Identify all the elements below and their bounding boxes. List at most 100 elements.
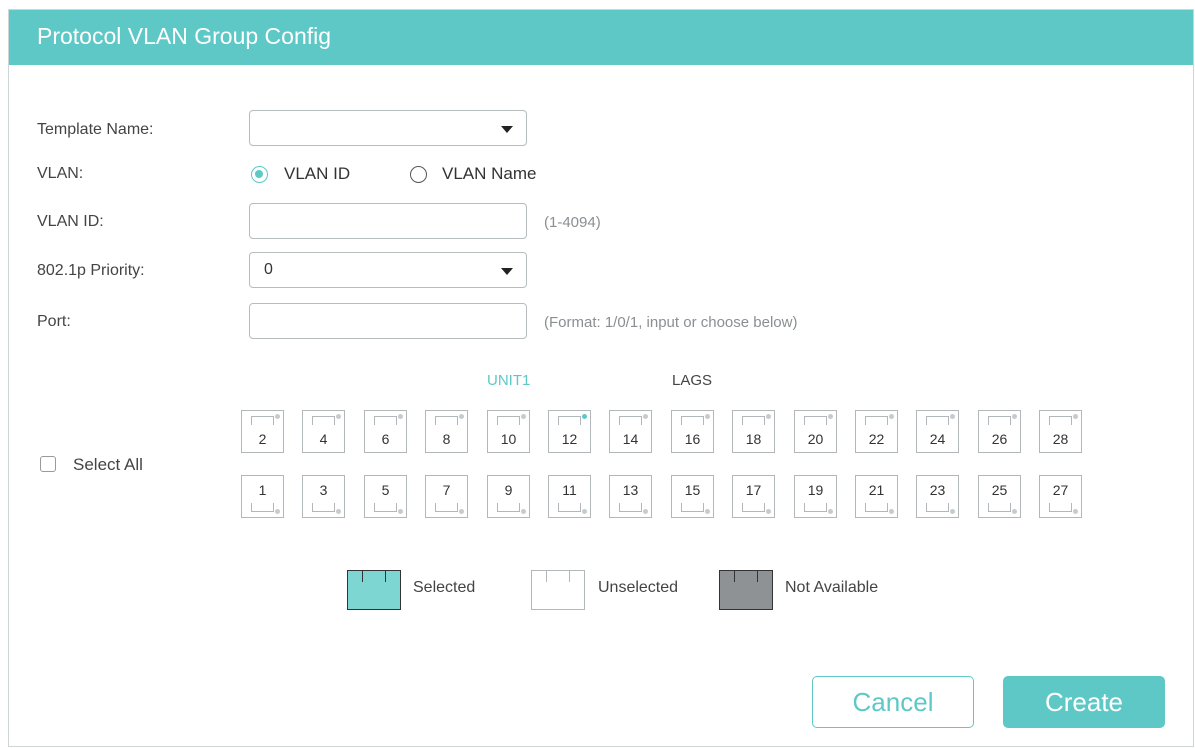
port-11[interactable]: 11: [548, 475, 591, 518]
port-number: 18: [745, 431, 762, 447]
port-8[interactable]: 8: [425, 410, 468, 453]
priority-select[interactable]: 0: [249, 252, 527, 288]
port-input[interactable]: [249, 303, 527, 339]
create-button[interactable]: Create: [1003, 676, 1165, 728]
legend-not-available-label: Not Available: [785, 579, 879, 596]
port-hint: (Format: 1/0/1, input or choose below): [544, 314, 798, 331]
radio-vlan-name[interactable]: [410, 166, 427, 183]
port-4[interactable]: 4: [302, 410, 345, 453]
port-number: 28: [1052, 431, 1069, 447]
priority-value: 0: [264, 261, 273, 278]
port-plug-shape: [619, 416, 642, 425]
port-24[interactable]: 24: [916, 410, 959, 453]
tab-lags[interactable]: LAGS: [672, 372, 712, 389]
chevron-down-icon: [501, 126, 513, 133]
legend-selected-label: Selected: [413, 579, 476, 596]
port-23[interactable]: 23: [916, 475, 959, 518]
legend-unselected-icon: [531, 570, 585, 610]
port-14[interactable]: 14: [609, 410, 652, 453]
port-19[interactable]: 19: [794, 475, 837, 518]
port-status-led: [705, 509, 710, 514]
port-number: 27: [1052, 482, 1069, 498]
port-27[interactable]: 27: [1039, 475, 1082, 518]
port-status-led: [1073, 509, 1078, 514]
port-18[interactable]: 18: [732, 410, 775, 453]
port-16[interactable]: 16: [671, 410, 714, 453]
port-13[interactable]: 13: [609, 475, 652, 518]
select-all-label[interactable]: Select All: [73, 455, 143, 475]
port-status-led: [889, 509, 894, 514]
protocol-vlan-group-dialog: Protocol VLAN Group Config Template Name…: [8, 9, 1194, 747]
port-plug-shape: [681, 416, 704, 425]
port-15[interactable]: 15: [671, 475, 714, 518]
port-plug-shape: [988, 416, 1011, 425]
port-7[interactable]: 7: [425, 475, 468, 518]
port-plug-shape: [865, 416, 888, 425]
port-plug-shape: [865, 503, 888, 512]
port-status-led: [582, 509, 587, 514]
port-number: 5: [381, 482, 390, 498]
vlan-label: VLAN:: [37, 165, 84, 182]
vlan-id-input[interactable]: [249, 203, 527, 239]
port-number: 8: [442, 431, 451, 447]
port-plug-shape: [619, 503, 642, 512]
port-plug-shape: [681, 503, 704, 512]
port-plug-shape: [312, 503, 335, 512]
port-25[interactable]: 25: [978, 475, 1021, 518]
port-20[interactable]: 20: [794, 410, 837, 453]
port-status-led: [398, 509, 403, 514]
port-plug-shape: [497, 503, 520, 512]
port-6[interactable]: 6: [364, 410, 407, 453]
cancel-button[interactable]: Cancel: [812, 676, 974, 728]
port-17[interactable]: 17: [732, 475, 775, 518]
port-plug-shape: [804, 416, 827, 425]
port-10[interactable]: 10: [487, 410, 530, 453]
port-number: 22: [868, 431, 885, 447]
port-5[interactable]: 5: [364, 475, 407, 518]
select-all-checkbox[interactable]: [40, 456, 56, 472]
port-12[interactable]: 12: [548, 410, 591, 453]
radio-vlan-id[interactable]: [251, 166, 268, 183]
port-plug-shape: [497, 416, 520, 425]
port-number: 12: [561, 431, 578, 447]
port-26[interactable]: 26: [978, 410, 1021, 453]
port-plug-shape: [926, 503, 949, 512]
port-status-led: [1073, 414, 1078, 419]
template-name-label: Template Name:: [37, 121, 154, 138]
port-status-led: [643, 414, 648, 419]
port-28[interactable]: 28: [1039, 410, 1082, 453]
legend-unselected-label: Unselected: [598, 579, 679, 596]
port-number: 20: [807, 431, 824, 447]
radio-vlan-name-label[interactable]: VLAN Name: [442, 164, 536, 184]
port-status-led: [828, 414, 833, 419]
port-status-led: [766, 414, 771, 419]
port-status-led: [275, 414, 280, 419]
port-label: Port:: [37, 313, 71, 330]
port-status-led: [766, 509, 771, 514]
port-status-led: [336, 509, 341, 514]
port-plug-shape: [988, 503, 1011, 512]
port-number: 16: [684, 431, 701, 447]
port-2[interactable]: 2: [241, 410, 284, 453]
port-status-led: [275, 509, 280, 514]
port-number: 13: [622, 482, 639, 498]
port-plug-shape: [374, 503, 397, 512]
port-number: 14: [622, 431, 639, 447]
port-plug-shape: [558, 416, 581, 425]
vlan-id-hint: (1-4094): [544, 214, 601, 231]
port-number: 21: [868, 482, 885, 498]
port-number: 1: [258, 482, 267, 498]
legend-selected-icon: [347, 570, 401, 610]
port-9[interactable]: 9: [487, 475, 530, 518]
port-plug-shape: [435, 503, 458, 512]
priority-label: 802.1p Priority:: [37, 262, 145, 279]
port-status-led: [950, 509, 955, 514]
radio-vlan-id-label[interactable]: VLAN ID: [284, 164, 350, 184]
template-name-select[interactable]: [249, 110, 527, 146]
port-plug-shape: [1049, 416, 1072, 425]
port-1[interactable]: 1: [241, 475, 284, 518]
port-3[interactable]: 3: [302, 475, 345, 518]
port-22[interactable]: 22: [855, 410, 898, 453]
port-21[interactable]: 21: [855, 475, 898, 518]
tab-unit1[interactable]: UNIT1: [487, 372, 530, 389]
